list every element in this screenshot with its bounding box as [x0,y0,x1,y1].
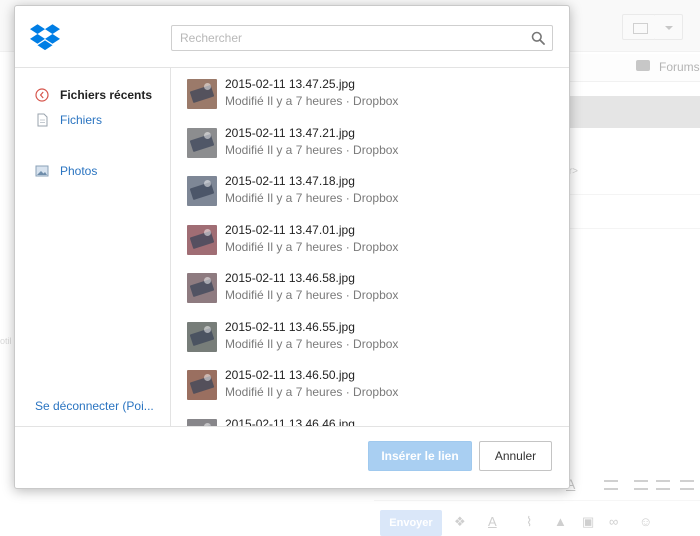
file-meta: Modifié Il y a 7 heures · Dropbox [225,239,399,254]
file-list: 2015-02-11 13.47.25.jpg Modifié Il y a 7… [172,68,569,427]
file-thumbnail [187,127,217,158]
file-name: 2015-02-11 13.46.46.jpg [225,416,355,427]
file-row[interactable]: 2015-02-11 13.46.46.jpg [172,408,569,427]
file-name: 2015-02-11 13.46.55.jpg [225,319,355,334]
photo-icon [35,165,49,177]
file-row[interactable]: 2015-02-11 13.47.25.jpg Modifié Il y a 7… [172,68,569,116]
file-meta: Modifié Il y a 7 heures · Dropbox [225,336,399,351]
sidebar-item-files[interactable]: Fichiers [35,111,102,129]
sidebar-item-label: Photos [60,164,98,178]
file-row[interactable]: 2015-02-11 13.47.01.jpg Modifié Il y a 7… [172,214,569,262]
chooser-footer: Insérer le lien Annuler [15,426,569,488]
file-name: 2015-02-11 13.47.25.jpg [225,77,355,91]
file-meta: Modifié Il y a 7 heures · Dropbox [225,288,399,302]
logout-link[interactable]: Se déconnecter (Poi... [35,399,154,413]
file-meta: Modifié Il y a 7 heures · Dropbox [225,191,399,205]
file-thumbnail [187,79,217,109]
dropbox-chooser-dialog: Fichiers récents Fichiers Photos Se déco… [14,5,570,489]
file-thumbnail [187,273,217,303]
file-thumbnail [187,224,217,255]
search-input[interactable] [171,25,553,51]
file-thumbnail [187,176,217,206]
insert-link-button[interactable]: Insérer le lien [368,441,472,471]
file-row[interactable]: 2015-02-11 13.47.21.jpg Modifié Il y a 7… [172,117,569,165]
file-name: 2015-02-11 13.47.01.jpg [225,222,355,237]
sidebar-item-label: Fichiers récents [60,88,153,102]
sidebar-item-photos[interactable]: Photos [35,162,97,180]
cancel-button[interactable]: Annuler [479,441,552,471]
file-thumbnail [187,370,217,400]
file-icon [37,113,48,127]
dropbox-logo-icon [30,24,60,51]
file-name: 2015-02-11 13.47.21.jpg [225,125,355,140]
chooser-sidebar: Fichiers récents Fichiers Photos Se déco… [15,68,171,426]
file-row[interactable]: 2015-02-11 13.47.18.jpg Modifié Il y a 7… [172,165,569,213]
file-name: 2015-02-11 13.46.58.jpg [225,271,355,285]
file-row[interactable]: 2015-02-11 13.46.58.jpg Modifié Il y a 7… [172,262,569,310]
sidebar-item-label: Fichiers [60,113,103,127]
sidebar-item-recent-files[interactable]: Fichiers récents [35,86,152,104]
file-row[interactable]: 2015-02-11 13.46.50.jpg Modifié Il y a 7… [172,359,569,407]
file-row[interactable]: 2015-02-11 13.46.55.jpg Modifié Il y a 7… [172,311,569,359]
file-meta: Modifié Il y a 7 heures · Dropbox [225,142,399,157]
file-thumbnail [187,418,217,426]
file-meta: Modifié Il y a 7 heures · Dropbox [225,94,399,108]
file-name: 2015-02-11 13.47.18.jpg [225,174,355,188]
chooser-header [15,6,569,68]
clock-icon [35,88,49,102]
file-thumbnail [187,321,217,352]
search-icon[interactable] [531,31,545,45]
file-meta: Modifié Il y a 7 heures · Dropbox [225,385,399,399]
file-name: 2015-02-11 13.46.50.jpg [225,368,355,382]
